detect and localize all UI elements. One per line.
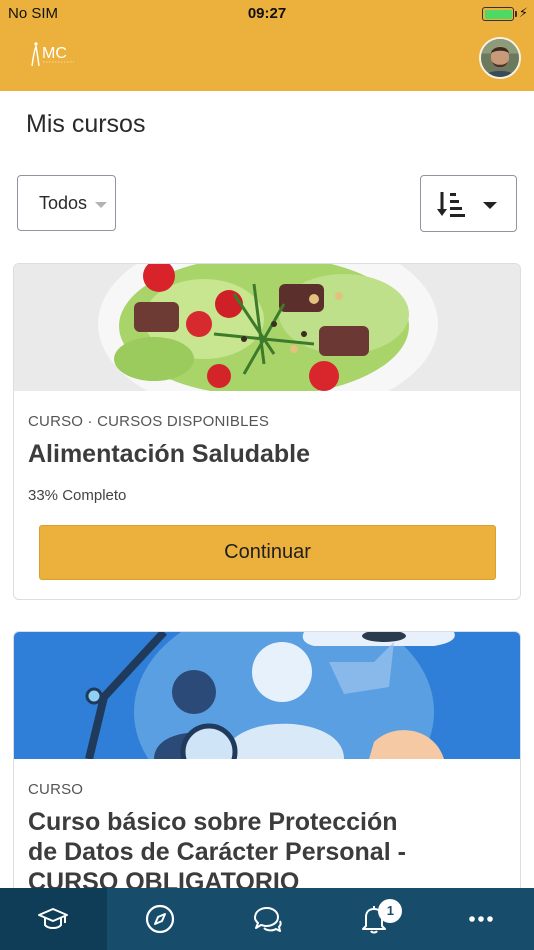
nav-explore[interactable]: [107, 888, 214, 950]
status-time: 09:27: [247, 5, 287, 22]
data-protection-illustration: [14, 632, 520, 759]
continue-button[interactable]: Continuar: [39, 525, 496, 580]
logo-text: MC: [42, 45, 67, 62]
course-card[interactable]: CURSO Curso básico sobre Protección de D…: [13, 631, 521, 931]
graduation-cap-icon: [38, 908, 69, 929]
course-card[interactable]: CURSO · CURSOS DISPONIBLES Alimentación …: [13, 263, 521, 600]
nav-my-courses[interactable]: [0, 888, 107, 950]
bolt-icon: ⚡: [518, 5, 528, 20]
page-title: Mis cursos: [26, 110, 146, 138]
more-dots-icon: [468, 916, 493, 922]
caret-down-icon: [483, 202, 497, 209]
course-title[interactable]: Alimentación Saludable: [28, 439, 310, 469]
caret-down-icon: [95, 202, 107, 208]
course-image[interactable]: [14, 632, 520, 759]
course-image[interactable]: [14, 264, 520, 391]
category-filter-select[interactable]: Todos: [17, 175, 116, 231]
sort-button[interactable]: [420, 175, 517, 232]
nav-more[interactable]: [427, 888, 534, 950]
nav-notifications[interactable]: 1: [320, 888, 427, 950]
notification-badge: 1: [378, 899, 403, 923]
category-filter-value: Todos: [39, 193, 88, 213]
nav-messages[interactable]: [214, 888, 321, 950]
course-title-line[interactable]: Curso básico sobre Protección: [28, 807, 398, 837]
course-title-line[interactable]: de Datos de Carácter Personal -: [28, 837, 406, 867]
status-bar: No SIM 09:27 ⚡: [0, 0, 534, 28]
app-logo[interactable]: MC: [30, 40, 80, 68]
compass-icon: [146, 904, 175, 934]
battery-icon: [482, 7, 514, 21]
bottom-navigation: 1: [0, 888, 534, 950]
chat-bubbles-icon: [253, 907, 282, 932]
course-meta: CURSO: [28, 781, 84, 798]
course-meta: CURSO · CURSOS DISPONIBLES: [28, 413, 270, 430]
user-avatar[interactable]: [479, 37, 521, 79]
battery-tip: [515, 11, 517, 17]
salad-photo: [14, 264, 520, 391]
course-progress: 33% Completo: [28, 487, 127, 504]
app-header: No SIM 09:27 ⚡ MC: [0, 0, 534, 91]
sort-descending-icon: [437, 192, 465, 217]
